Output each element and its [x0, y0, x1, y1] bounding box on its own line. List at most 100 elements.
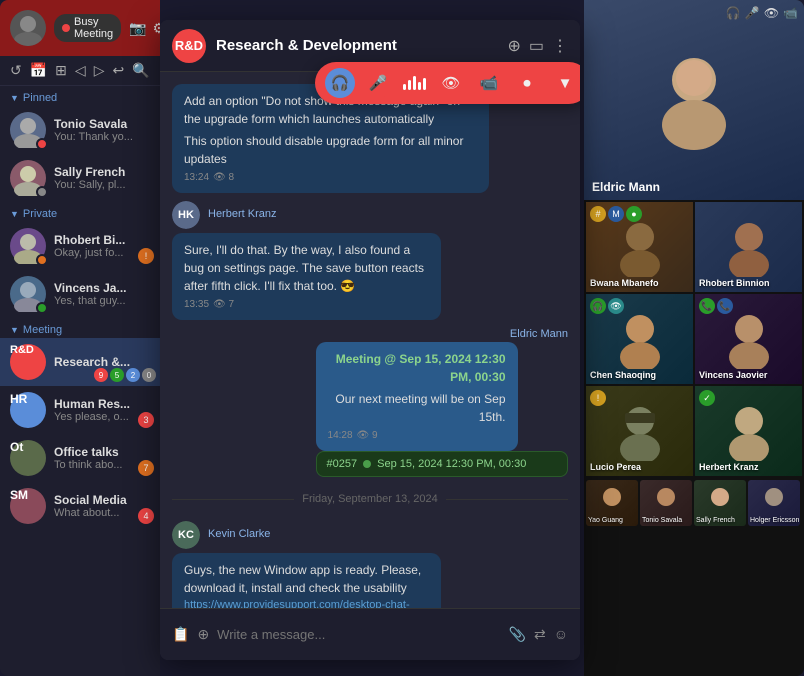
- status-text: Busy Meeting: [74, 16, 113, 40]
- grid-icon[interactable]: ⊞: [55, 62, 67, 79]
- rhobert-badge: !: [138, 248, 154, 264]
- calendar-icon[interactable]: 📅: [30, 62, 47, 79]
- status-label[interactable]: Busy Meeting: [54, 14, 121, 42]
- video-icon[interactable]: 📷: [129, 20, 146, 37]
- message-herbert: HK Herbert Kranz Sure, I'll do that. By …: [172, 201, 509, 320]
- meeting-badge: #0257 Sep 15, 2024 12:30 PM, 00:30: [316, 451, 568, 477]
- msg1-text2: This option should disable upgrade form …: [184, 132, 477, 168]
- contact-sally[interactable]: Sally French You: Sally, pl...: [0, 154, 160, 202]
- contact-rd[interactable]: R&D Research &... 9 5 2 0: [0, 338, 160, 386]
- sally-name: Sally French: [54, 165, 150, 179]
- contact-vincens[interactable]: Vincens Ja... Yes, that guy...: [0, 270, 160, 318]
- rhobert-preview: Okay, just fo...: [54, 247, 150, 259]
- sally-status: [36, 186, 48, 198]
- back-icon[interactable]: ◁: [75, 62, 86, 79]
- forward-icon[interactable]: ▷: [94, 62, 105, 79]
- video-grid: Bwana Mbanefo # M ● Rhobert Binnion Chen…: [584, 200, 804, 478]
- mic-btn[interactable]: 🎤: [363, 68, 393, 98]
- contact-ot[interactable]: Ot Office talks To think abo... 7: [0, 434, 160, 482]
- herbert-meta: 13:35 👁 7: [184, 297, 429, 312]
- sm-preview: What about...: [54, 507, 150, 519]
- vincens-name: Vincens Ja...: [54, 281, 150, 295]
- herbert-avatar: HK: [172, 201, 200, 229]
- chen-icon2: 👁: [608, 298, 624, 314]
- lucio-name: Lucio Perea: [590, 462, 641, 472]
- contact-hr[interactable]: HR Human Res... Yes please, o... 3: [0, 386, 160, 434]
- vincens-info: Vincens Ja... Yes, that guy...: [54, 281, 150, 307]
- message-kevin: KC Kevin Clarke Guys, the new Window app…: [172, 521, 509, 608]
- rd-info: Research &...: [54, 355, 150, 369]
- video-cell-vincens: Vincens Jaovier 📞 📞: [695, 294, 802, 384]
- reply-icon[interactable]: ↩: [112, 62, 124, 79]
- sticker-icon[interactable]: ☺: [554, 626, 568, 643]
- badge-num: #0257: [327, 458, 358, 470]
- eldric-name: Eldric Mann: [316, 328, 568, 340]
- bwana-icon3: ●: [626, 206, 642, 222]
- attach-icon[interactable]: 📎: [509, 626, 526, 643]
- contact-rhobert[interactable]: Rhobert Bi... Okay, just fo... !: [0, 222, 160, 270]
- sm-name: Social Media: [54, 493, 150, 507]
- eye-btn[interactable]: 👁: [436, 68, 466, 98]
- chat-avatar: R&D: [172, 29, 206, 63]
- rd-name: Research &...: [54, 355, 150, 369]
- headphone-btn[interactable]: 🎧: [325, 68, 355, 98]
- left-sidebar: Busy Meeting 📷 ⚙ ≡ ↺ 📅 ⊞ ◁ ▷ ↩ 🔍 Pinned …: [0, 0, 160, 676]
- herbert-sender-row: HK Herbert Kranz: [172, 201, 509, 229]
- thumb-holger: Holger Ericsson: [748, 480, 800, 526]
- audio-indicator: [403, 76, 426, 90]
- contact-tonio[interactable]: Tonio Savala You: Thank yo...: [0, 106, 160, 154]
- video-btn[interactable]: 📹: [474, 68, 504, 98]
- ot-info: Office talks To think abo...: [54, 445, 150, 471]
- herbert-icons: ✓: [699, 390, 715, 406]
- thumb-yao: Yao Guang: [586, 480, 638, 526]
- more-icon[interactable]: ⋮: [552, 36, 568, 56]
- date-separator: Friday, September 13, 2024: [172, 493, 568, 505]
- kevin-link[interactable]: https://www.providesupport.com/desktop-c…: [184, 597, 429, 608]
- main-headphone-icon: 🎧: [726, 6, 741, 20]
- contact-sm[interactable]: SM Social Media What about... 4: [0, 482, 160, 530]
- message-input[interactable]: [217, 627, 500, 642]
- private-section-label: Private: [0, 202, 160, 222]
- vincens-icons: 📞 📞: [699, 298, 733, 314]
- meeting-section-label: Meeting: [0, 318, 160, 338]
- search-icon[interactable]: 🔍: [132, 62, 149, 79]
- main-video-feed: [584, 0, 804, 200]
- tonio-avatar: [10, 112, 46, 148]
- video-cell-chen: Chen Shaoqing 🎧 👁: [586, 294, 693, 384]
- holger-name: Holger Ericsson: [750, 517, 799, 524]
- rhobert-status: [36, 254, 48, 266]
- tonio-preview: You: Thank yo...: [54, 131, 150, 143]
- herbert-msg: Sure, I'll do that. By the way, I also f…: [172, 233, 441, 320]
- header-icons: 📷 ⚙ ≡: [129, 20, 160, 37]
- hr-name: Human Res...: [54, 397, 150, 411]
- msg1-meta: 13:24 👁 8: [184, 170, 477, 185]
- vincens-avatar: [10, 276, 46, 312]
- herbert-v-name: Herbert Kranz: [699, 462, 759, 472]
- ot-avatar: Ot: [10, 440, 46, 476]
- rhobert-info: Rhobert Bi... Okay, just fo...: [54, 233, 150, 259]
- chat-messages: Add an option "Do not show this message …: [160, 72, 580, 608]
- status-dot: [62, 24, 70, 32]
- refresh-icon[interactable]: ↺: [10, 62, 22, 79]
- emoji-icon[interactable]: ⊕: [197, 626, 209, 643]
- video-panel: 🎧 🎤 👁 📹 Eldric Mann 🎧 🎤 👁 📹 Bwana: [584, 0, 804, 676]
- herbert-name: Herbert Kranz: [208, 208, 276, 220]
- screen-share-icon[interactable]: ⊕: [507, 36, 520, 56]
- sm-avatar: SM: [10, 488, 46, 524]
- bwana-icons: # M ●: [590, 206, 642, 222]
- chat-title: Research & Development: [216, 37, 497, 54]
- record-btn[interactable]: ⏺: [512, 68, 542, 98]
- kevin-msg: Guys, the new Window app is ready. Pleas…: [172, 553, 441, 608]
- transfer-icon[interactable]: ⇄: [534, 626, 546, 643]
- format-icon[interactable]: 📋: [172, 626, 189, 643]
- video-cell-herbert: Herbert Kranz ✓: [695, 386, 802, 476]
- vincens-icon2: 📞: [717, 298, 733, 314]
- video-call-icon[interactable]: ▭: [529, 36, 544, 56]
- hr-avatar: HR: [10, 392, 46, 428]
- settings-icon[interactable]: ⚙: [153, 20, 160, 37]
- lucio-icons: !: [590, 390, 606, 406]
- bwana-icon1: #: [590, 206, 606, 222]
- expand-btn[interactable]: ▼: [550, 68, 580, 98]
- left-header: Busy Meeting 📷 ⚙ ≡: [0, 0, 160, 56]
- badge-date: Sep 15, 2024 12:30 PM, 00:30: [377, 458, 526, 470]
